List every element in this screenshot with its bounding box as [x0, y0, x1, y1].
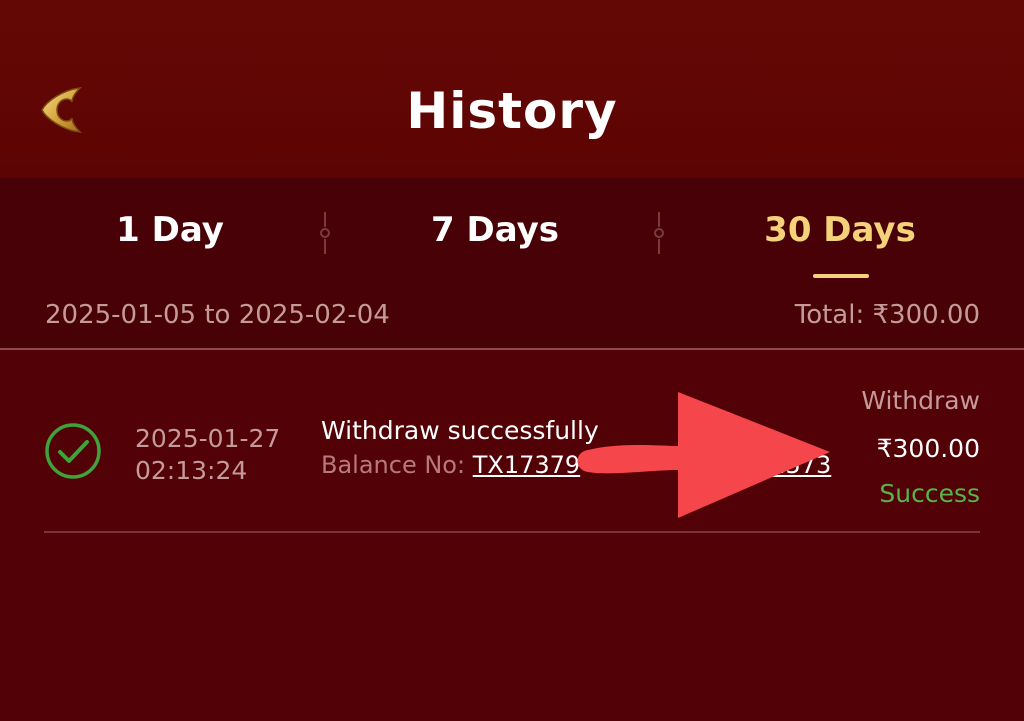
- active-tab-indicator: [813, 274, 869, 278]
- divider: [0, 348, 1024, 350]
- page-title: History: [406, 82, 618, 140]
- record-date: 2025-01-27: [135, 424, 281, 453]
- record-status: Success: [879, 479, 980, 508]
- tab-7-days[interactable]: 7 Days: [405, 205, 585, 255]
- record-type: Withdraw: [861, 386, 980, 415]
- record-time: 02:13:24: [135, 456, 248, 485]
- date-range: 2025-01-05 to 2025-02-04: [45, 300, 390, 330]
- balance-number-suffix[interactable]: 1573: [770, 451, 831, 479]
- tab-divider: [654, 212, 664, 254]
- tab-1-day[interactable]: 1 Day: [85, 205, 255, 255]
- tab-divider: [320, 212, 330, 254]
- history-record[interactable]: 2025-01-27 02:13:24 Withdraw successfull…: [44, 380, 980, 532]
- record-balance: Balance No: TX17379 1573: [321, 448, 831, 482]
- row-divider: [44, 531, 980, 533]
- success-check-icon: [45, 423, 101, 479]
- balance-label: Balance No:: [321, 451, 466, 479]
- history-screen: History 1 Day 7 Days 30 Days 2025-01-05 …: [0, 0, 1024, 721]
- tab-30-days[interactable]: 30 Days: [750, 205, 930, 255]
- total-amount: Total: ₹300.00: [794, 300, 980, 330]
- record-amount: ₹300.00: [876, 434, 980, 463]
- record-description: Withdraw successfully: [321, 416, 599, 445]
- balance-number-link[interactable]: TX17379: [473, 451, 580, 479]
